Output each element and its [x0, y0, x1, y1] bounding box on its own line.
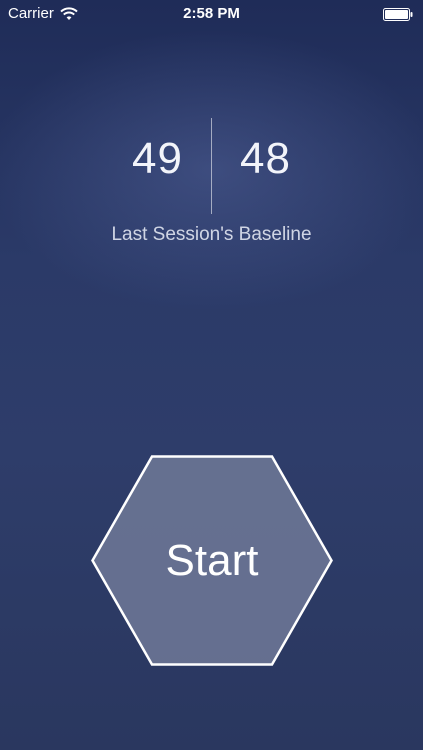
- baseline-label: Last Session's Baseline: [111, 224, 312, 245]
- start-label: Start: [165, 536, 259, 585]
- status-bar: Carrier 2:58 PM: [0, 0, 423, 28]
- baseline-right-value: 48: [240, 134, 291, 183]
- baseline-left-value: 49: [132, 134, 183, 183]
- start-button[interactable]: Start: [91, 455, 333, 666]
- baseline-panel: 49 48: [0, 118, 423, 218]
- battery-icon: [383, 8, 413, 21]
- status-time: 2:58 PM: [183, 5, 240, 22]
- baseline-divider: [211, 118, 212, 214]
